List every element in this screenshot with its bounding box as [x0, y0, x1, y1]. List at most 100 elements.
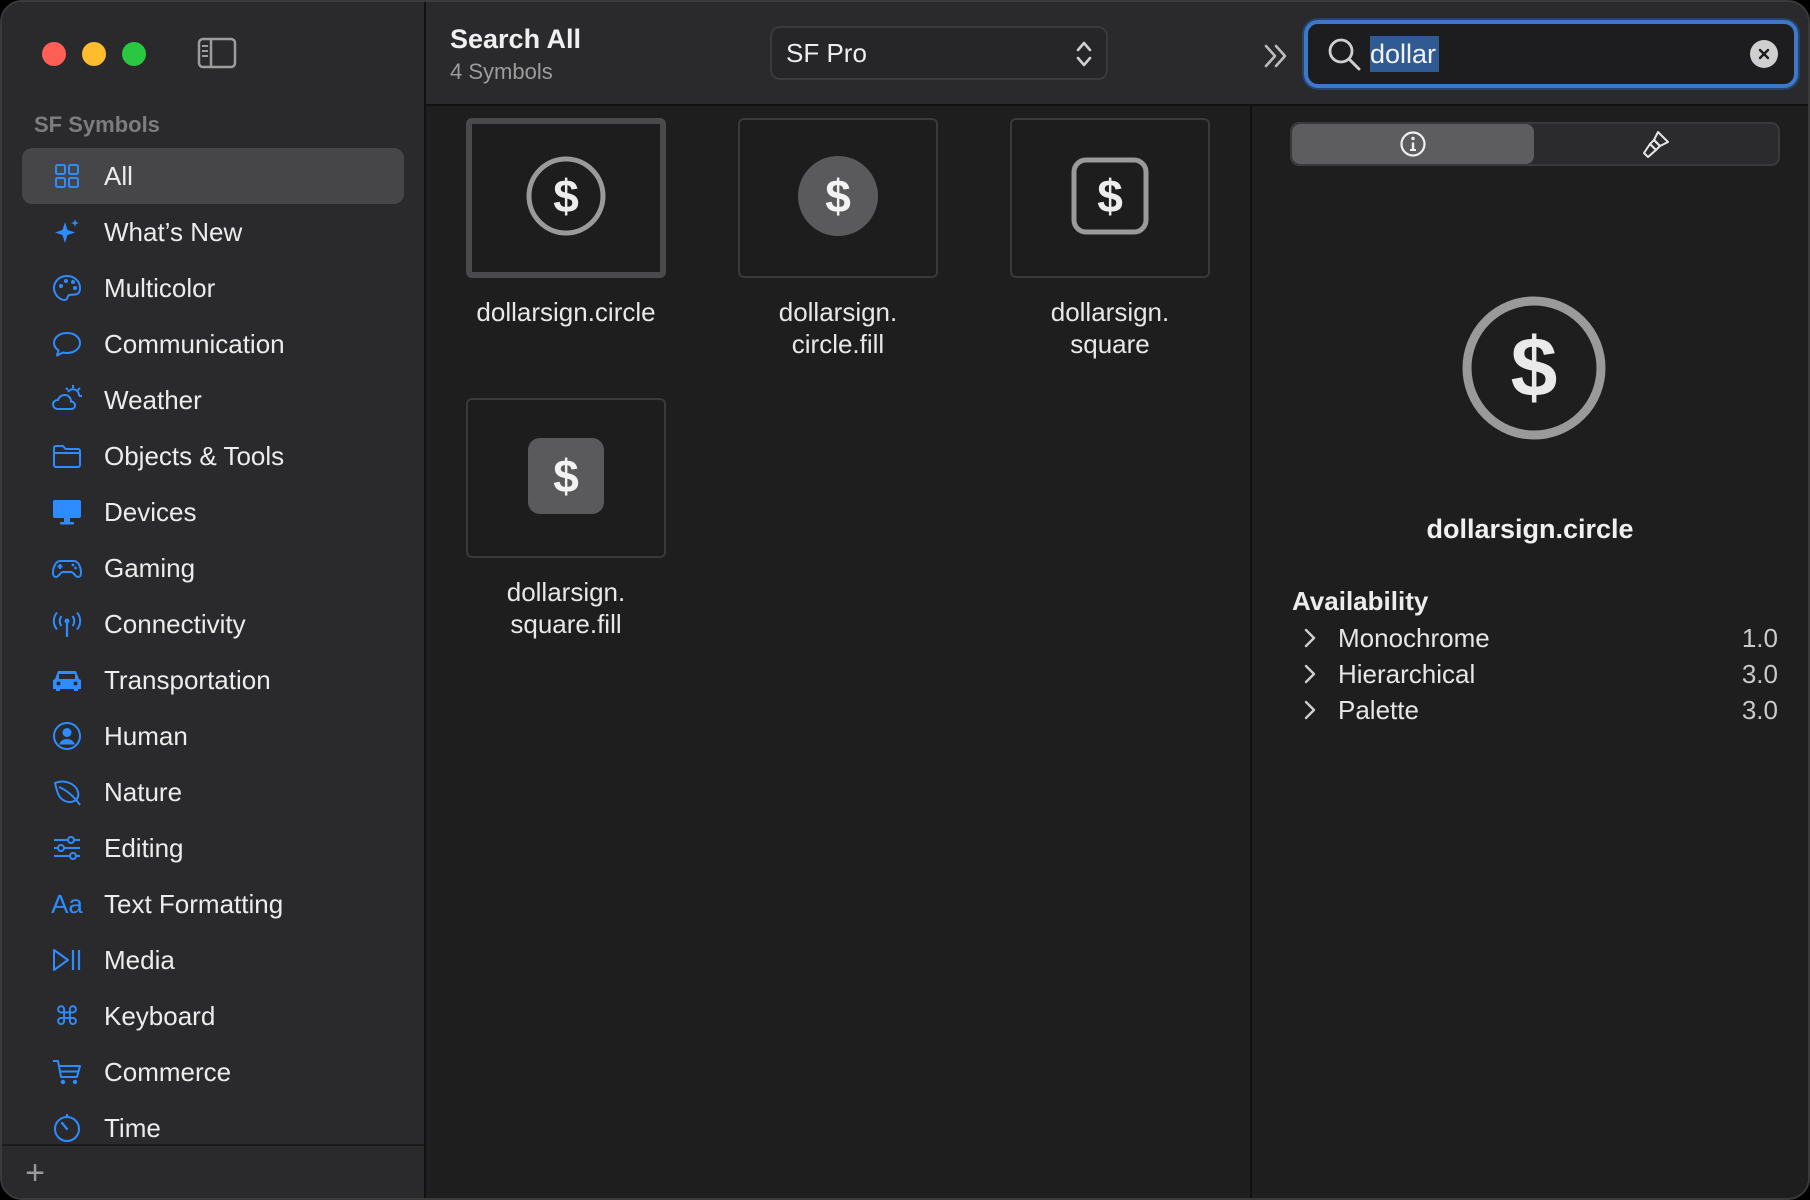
- font-select-value: SF Pro: [786, 37, 867, 68]
- search-icon: [1328, 38, 1361, 71]
- sidebar-toggle-icon: [197, 37, 237, 69]
- availability-version: 3.0: [1741, 658, 1778, 689]
- desktop-computer-icon: [50, 495, 84, 529]
- sidebar-item-connectivity[interactable]: Connectivity: [22, 596, 404, 652]
- play-pause-icon: [50, 943, 84, 977]
- availability-list: Monochrome 1.0 Hierarchical 3.0 Palette 3.0: [1300, 620, 1778, 728]
- dollarsign-circle-icon: $: [524, 154, 608, 243]
- sidebar-item-text-formatting[interactable]: Aa Text Formatting: [22, 876, 404, 932]
- traffic-lights: [42, 42, 146, 66]
- tab-customize[interactable]: [1534, 124, 1778, 164]
- textformat-icon: Aa: [51, 888, 83, 919]
- sidebar-item-label: Time: [104, 1112, 161, 1143]
- gamecontroller-icon: [50, 551, 84, 585]
- sidebar-toggle-button[interactable]: [196, 36, 238, 70]
- info-circle-icon: [1400, 131, 1426, 157]
- symbol-grid: $ dollarsign.circle $ dollarsign. circle.fi…: [426, 106, 1250, 1198]
- dollarsign-square-icon: $: [1068, 154, 1152, 243]
- sidebar-item-editing[interactable]: Editing: [22, 820, 404, 876]
- svg-text:$: $: [825, 170, 851, 222]
- sf-symbols-window: SF Symbols All What’s New Multicolor Commun…: [0, 0, 1810, 1200]
- availability-row-palette[interactable]: Palette 3.0: [1300, 692, 1778, 728]
- clear-search-button[interactable]: [1750, 40, 1778, 68]
- symbol-tile[interactable]: $: [1010, 118, 1210, 278]
- search-input[interactable]: [1370, 36, 1730, 72]
- symbol-label: dollarsign. circle.fill: [778, 297, 898, 359]
- palette-icon: [50, 271, 84, 305]
- dollarsign-circle-fill-icon: $: [796, 154, 880, 243]
- minimize-button[interactable]: [82, 42, 106, 66]
- sidebar-item-multicolor[interactable]: Multicolor: [22, 260, 404, 316]
- symbol-tile[interactable]: $: [738, 118, 938, 278]
- sidebar-item-label: Editing: [104, 832, 184, 863]
- sidebar-item-label: Transportation: [104, 664, 271, 695]
- availability-row-hierarchical[interactable]: Hierarchical 3.0: [1300, 656, 1778, 692]
- person-circle-icon: [50, 719, 84, 753]
- sidebar-item-commerce[interactable]: Commerce: [22, 1044, 404, 1100]
- sidebar-item-communication[interactable]: Communication: [22, 316, 404, 372]
- symbol-label: dollarsign.circle: [476, 297, 656, 327]
- sidebar-heading: SF Symbols: [34, 112, 160, 137]
- symbol-label: dollarsign. square.fill: [506, 577, 626, 639]
- sidebar-item-label: Weather: [104, 384, 202, 415]
- close-button[interactable]: [42, 42, 66, 66]
- svg-text:$: $: [553, 170, 579, 222]
- command-icon: ⌘: [54, 1000, 80, 1031]
- symbol-preview-dollarsign-circle-icon: $: [1462, 296, 1606, 440]
- sidebar-item-gaming[interactable]: Gaming: [22, 540, 404, 596]
- sidebar-item-label: Multicolor: [104, 272, 216, 303]
- sidebar-item-label: Gaming: [104, 552, 196, 583]
- leaf-icon: [50, 775, 84, 809]
- inspector-panel: $ dollarsign.circle Availability Monochr…: [1250, 106, 1808, 1198]
- availability-version: 1.0: [1741, 622, 1778, 653]
- cloud-sun-icon: [50, 383, 84, 417]
- antenna-icon: [50, 607, 84, 641]
- sidebar-footer: +: [2, 1144, 424, 1198]
- folder-icon: [50, 439, 84, 473]
- paintbrush-icon: [1643, 131, 1669, 158]
- sidebar-item-label: Media: [104, 944, 175, 975]
- sidebar-item-weather[interactable]: Weather: [22, 372, 404, 428]
- symbol-count: 4 Symbols: [450, 59, 553, 84]
- sidebar-item-transportation[interactable]: Transportation: [22, 652, 404, 708]
- symbol-cell-dollarsign-circle[interactable]: $ dollarsign.circle: [466, 118, 666, 328]
- sidebar-item-label: Devices: [104, 496, 197, 527]
- svg-text:$: $: [1511, 320, 1558, 414]
- sidebar-item-label: Communication: [104, 328, 285, 359]
- chevron-right-icon: [1304, 664, 1316, 684]
- availability-row-monochrome[interactable]: Monochrome 1.0: [1300, 620, 1778, 656]
- sidebar-item-objects-tools[interactable]: Objects & Tools: [22, 428, 404, 484]
- sidebar-item-nature[interactable]: Nature: [22, 764, 404, 820]
- symbol-cell-dollarsign-square[interactable]: $ dollarsign. square: [1010, 118, 1210, 360]
- availability-version: 3.0: [1741, 694, 1778, 725]
- symbol-tile[interactable]: $: [466, 398, 666, 558]
- sidebar-item-label: Keyboard: [104, 1000, 216, 1031]
- chevron-right-icon: [1304, 700, 1316, 720]
- sidebar-category-list: All What’s New Multicolor Communication Weat…: [22, 148, 404, 1156]
- search-field[interactable]: [1304, 20, 1798, 88]
- chevron-double-right-icon: [1264, 44, 1287, 68]
- cart-icon: [50, 1055, 84, 1089]
- symbol-cell-dollarsign-square-fill[interactable]: $ dollarsign. square.fill: [466, 398, 666, 640]
- sidebar: SF Symbols All What’s New Multicolor Commun…: [2, 2, 426, 1198]
- availability-heading: Availability: [1292, 586, 1429, 616]
- sidebar-item-all[interactable]: All: [22, 148, 404, 204]
- svg-text:$: $: [553, 450, 579, 502]
- sidebar-item-devices[interactable]: Devices: [22, 484, 404, 540]
- symbol-tile[interactable]: $: [466, 118, 666, 278]
- font-select[interactable]: SF Pro: [770, 26, 1108, 80]
- zoom-button[interactable]: [122, 42, 146, 66]
- toolbar-overflow-button[interactable]: [1256, 36, 1296, 76]
- sidebar-item-human[interactable]: Human: [22, 708, 404, 764]
- symbol-cell-dollarsign-circle-fill[interactable]: $ dollarsign. circle.fill: [738, 118, 938, 360]
- sidebar-item-label: Human: [104, 720, 188, 751]
- sidebar-item-label: Commerce: [104, 1056, 232, 1087]
- availability-mode: Hierarchical: [1338, 658, 1476, 689]
- tab-info[interactable]: [1292, 124, 1534, 164]
- timer-icon: [50, 1111, 84, 1145]
- sidebar-item-what-s-new[interactable]: What’s New: [22, 204, 404, 260]
- car-icon: [50, 663, 84, 697]
- sidebar-item-keyboard[interactable]: ⌘ Keyboard: [22, 988, 404, 1044]
- add-collection-button[interactable]: +: [18, 1154, 52, 1192]
- sidebar-item-media[interactable]: Media: [22, 932, 404, 988]
